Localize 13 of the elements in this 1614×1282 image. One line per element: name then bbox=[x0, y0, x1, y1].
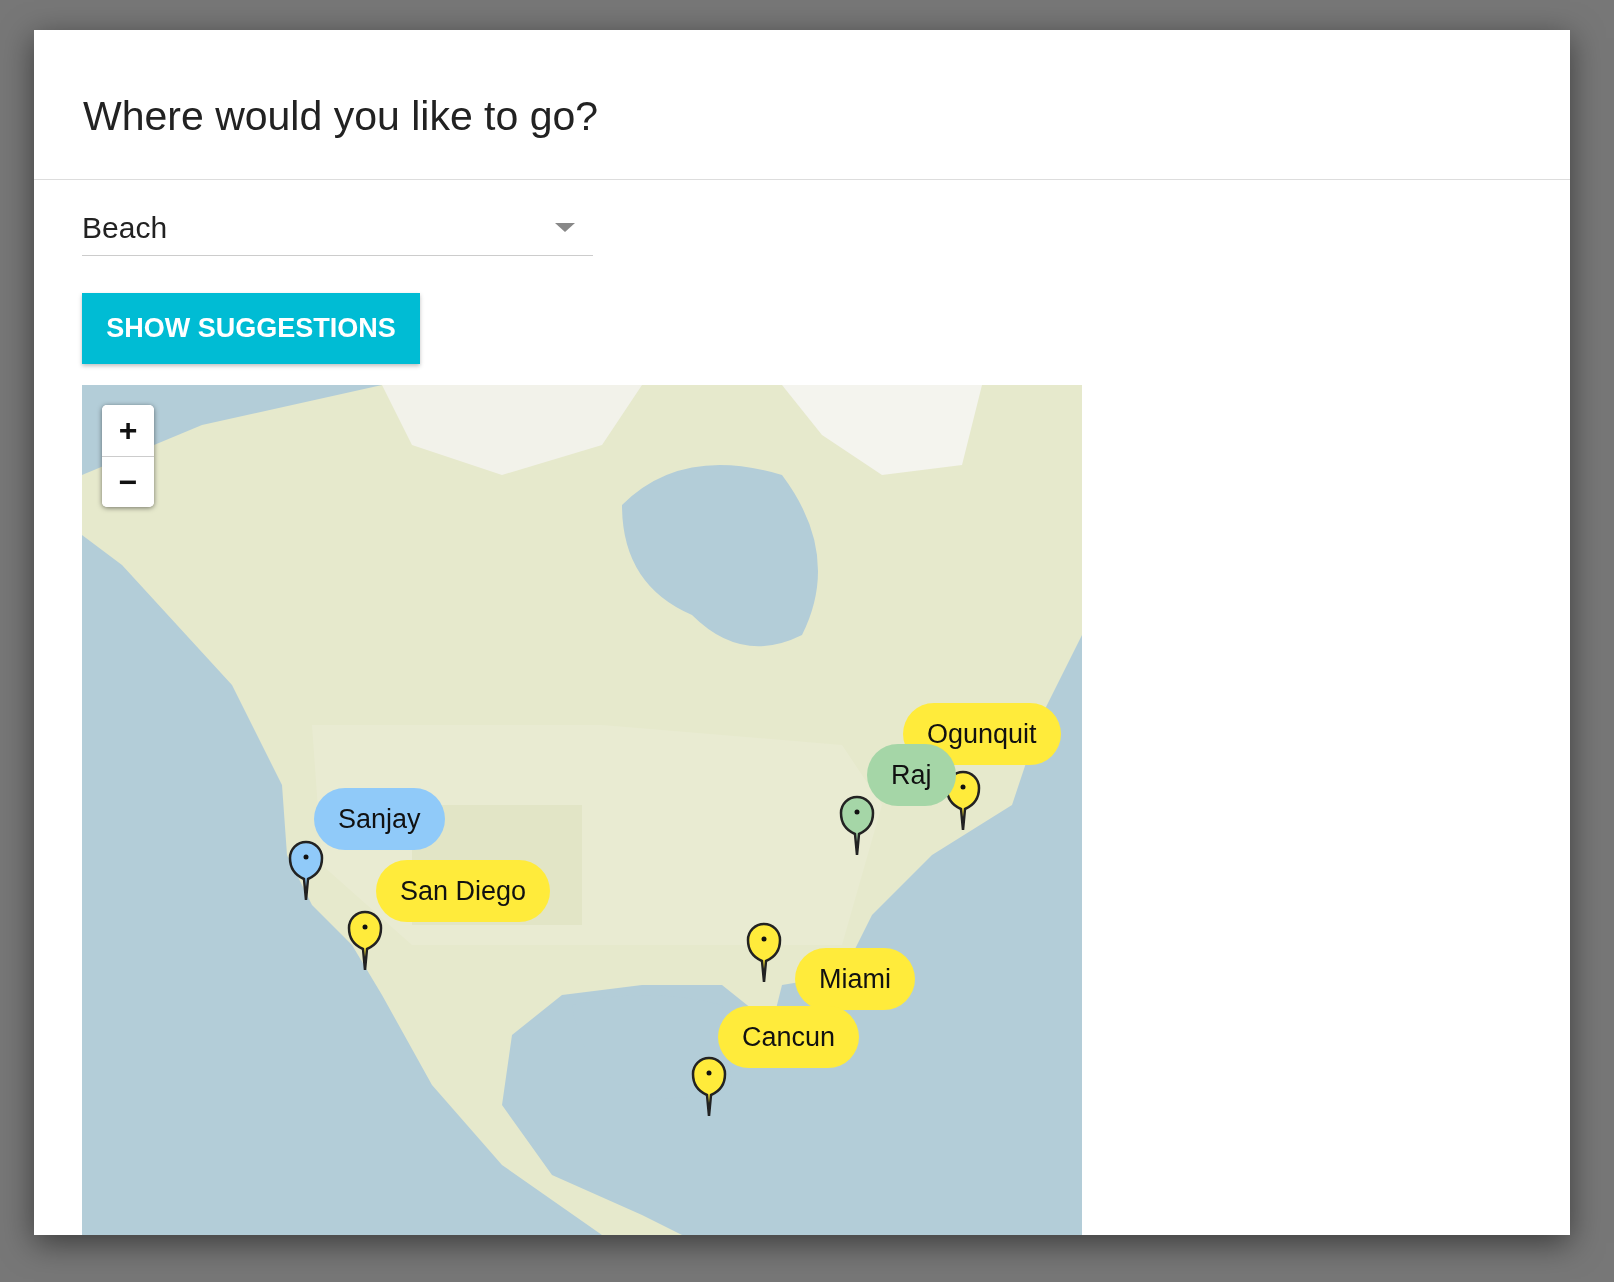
dialog-title: Where would you like to go? bbox=[83, 93, 599, 140]
marker-label[interactable]: San Diego bbox=[376, 860, 551, 922]
zoom-in-button[interactable]: + bbox=[102, 405, 154, 456]
zoom-out-button[interactable]: − bbox=[102, 456, 154, 507]
select-field[interactable]: Beach bbox=[82, 208, 593, 256]
marker-label[interactable]: Cancun bbox=[718, 1006, 860, 1068]
caret-icon bbox=[555, 223, 575, 232]
map-pin-icon[interactable] bbox=[839, 794, 875, 856]
map-pin-icon[interactable] bbox=[746, 921, 782, 983]
marker-label[interactable]: Sanjay bbox=[314, 788, 445, 850]
map-pin-icon[interactable] bbox=[288, 839, 324, 901]
map-pin-icon[interactable] bbox=[691, 1055, 727, 1117]
map-pin-icon[interactable] bbox=[347, 909, 383, 971]
